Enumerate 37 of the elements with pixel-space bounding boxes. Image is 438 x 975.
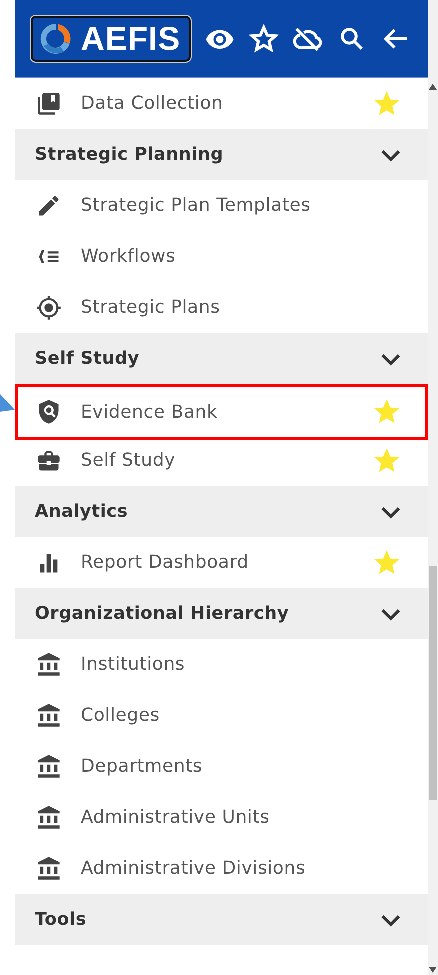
- building-icon: [36, 754, 62, 780]
- section-header[interactable]: Organizational Hierarchy: [15, 588, 428, 639]
- highlighted-menu-item[interactable]: Evidence Bank: [15, 384, 428, 440]
- section-title: Analytics: [35, 502, 130, 522]
- section-title: Self Study: [35, 348, 141, 368]
- menu-item-label: Institutions: [81, 654, 186, 675]
- section-title: Tools: [35, 910, 88, 930]
- target-icon: [36, 294, 62, 320]
- section-header[interactable]: Tools: [15, 894, 428, 945]
- menu-item-label: Evidence Bank: [81, 402, 219, 422]
- menu-item-label: Report Dashboard: [81, 552, 250, 573]
- section-header[interactable]: Strategic Planning: [15, 129, 428, 180]
- menu-item-label: Workflows: [81, 246, 177, 267]
- section-title: Organizational Hierarchy: [35, 604, 290, 624]
- section-title: Strategic Planning: [35, 144, 225, 164]
- menu-item-label: Data Collection: [81, 93, 224, 114]
- building-icon: [36, 702, 62, 728]
- menu-item-label: Self Study: [81, 450, 177, 471]
- building-icon: [36, 856, 62, 882]
- pointer-arrow-icon: [0, 394, 15, 412]
- menu-item-label: Administrative Divisions: [81, 858, 307, 879]
- logo-text: AEFIS: [81, 20, 181, 58]
- menu-item-label: Strategic Plans: [81, 297, 222, 318]
- section-header[interactable]: Self Study: [15, 333, 428, 384]
- menu-item-label: Administrative Units: [81, 807, 271, 828]
- collection-icon: [36, 90, 62, 116]
- building-icon: [36, 652, 62, 678]
- menu-item-label: Departments: [81, 756, 204, 777]
- star-outline-icon[interactable]: [248, 24, 279, 54]
- menu-item-label: Colleges: [81, 705, 161, 726]
- scroll-down-icon[interactable]: [429, 967, 437, 973]
- scrollbar-thumb[interactable]: [429, 566, 437, 800]
- scroll-up-icon[interactable]: [429, 84, 437, 90]
- menu-item-label: Strategic Plan Templates: [81, 195, 312, 216]
- building-icon: [36, 804, 62, 830]
- app-logo[interactable]: AEFIS: [31, 16, 191, 62]
- section-header[interactable]: Analytics: [15, 486, 428, 537]
